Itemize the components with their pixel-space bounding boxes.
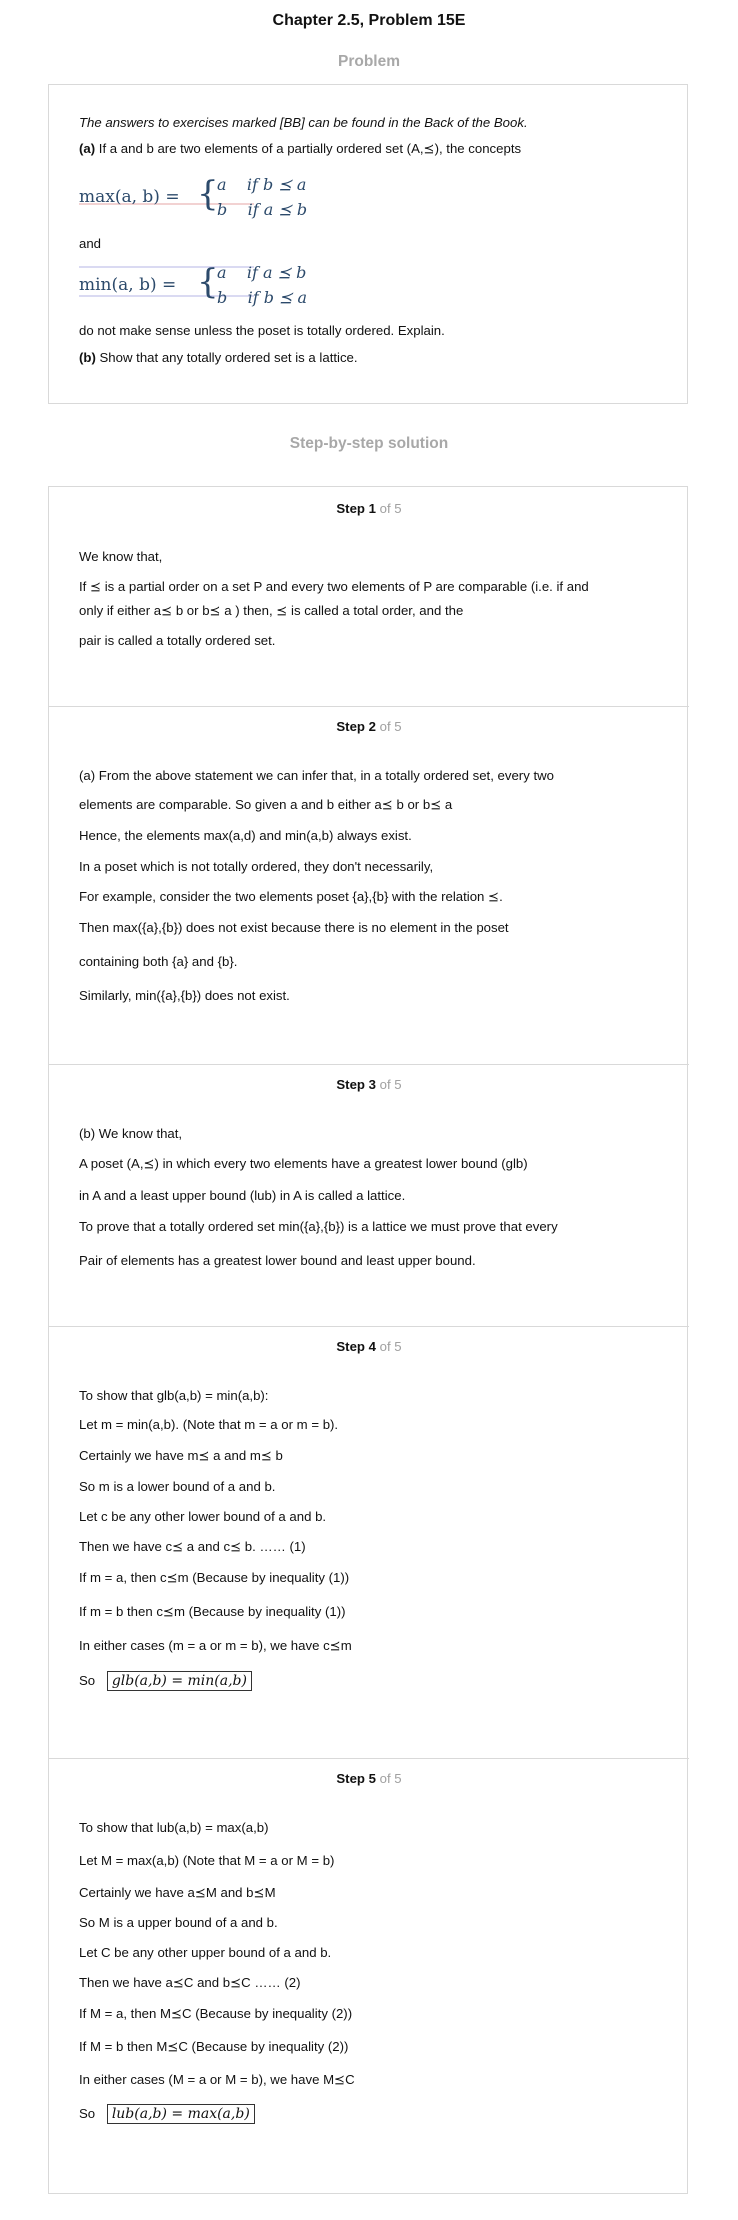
- step-4-line: Then we have c⪯ a and c⪯ b. …… (1): [79, 1539, 306, 1554]
- so-label: So: [79, 1673, 96, 1688]
- step-4-line: Let c be any other lower bound of a and …: [79, 1509, 327, 1524]
- step-4-line: Certainly we have m⪯ a and m⪯ b: [79, 1448, 283, 1463]
- so-label: So: [79, 2106, 96, 2121]
- step-4-line: If m = a, then c⪯m (Because by inequalit…: [79, 1570, 350, 1585]
- min-case-2: b if b ⪯ a: [217, 288, 307, 307]
- step-divider: [49, 1064, 689, 1065]
- step-2-line: For example, consider the two elements p…: [79, 889, 503, 904]
- step-5-count: of 5: [379, 1771, 402, 1786]
- step-4-count: of 5: [379, 1339, 402, 1354]
- brace-icon: {: [197, 174, 219, 214]
- step-2-heading: Step 2 of 5: [49, 719, 689, 734]
- page-title: Chapter 2.5, Problem 15E: [272, 12, 466, 29]
- max-case-2: b if a ⪯ b: [217, 200, 307, 219]
- step-2-line: containing both {a} and {b}.: [79, 954, 238, 969]
- solution-card: Step 1 of 5 We know that, If ⪯ is a part…: [48, 486, 689, 2194]
- step-3-line: A poset (A,⪯) in which every two element…: [79, 1156, 528, 1171]
- step-3-heading: Step 3 of 5: [49, 1077, 689, 1092]
- step-2-line: Similarly, min({a},{b}) does not exist.: [79, 988, 290, 1003]
- step-divider: [49, 706, 689, 707]
- step-3-count: of 5: [379, 1077, 402, 1092]
- lub-result-box: lub(a,b) = max(a,b): [106, 2104, 255, 2124]
- step-1-heading: Step 1 of 5: [49, 501, 689, 516]
- max-definition: max(a, b) = { a if b ⪯ a b if a ⪯ b: [79, 171, 339, 221]
- step-1-line: If ⪯ is a partial order on a set P and e…: [79, 579, 589, 594]
- and-text: and: [79, 236, 102, 251]
- max-lhs: max(a, b) =: [79, 187, 180, 207]
- solution-heading: Step-by-step solution: [289, 435, 449, 452]
- step-4-line: Let m = min(a,b). (Note that m = a or m …: [79, 1417, 339, 1432]
- step-5-line: Then we have a⪯C and b⪯C …… (2): [79, 1975, 301, 1990]
- step-1-line: pair is called a totally ordered set.: [79, 633, 276, 648]
- step-5-conclusion: So lub(a,b) = max(a,b): [79, 2104, 255, 2124]
- problem-heading: Problem: [337, 53, 400, 70]
- step-1-line: We know that,: [79, 549, 163, 564]
- step-5-line: Let M = max(a,b) (Note that M = a or M =…: [79, 1853, 335, 1868]
- max-case-1: a if b ⪯ a: [217, 175, 306, 194]
- problem-card: The answers to exercises marked [BB] can…: [48, 84, 688, 404]
- step-3-line: To prove that a totally ordered set min(…: [79, 1219, 558, 1234]
- part-a-label: (a): [79, 141, 96, 156]
- step-5-line: Let C be any other upper bound of a and …: [79, 1945, 332, 1960]
- min-case-1: a if a ⪯ b: [217, 263, 306, 282]
- min-equation-graphic: min(a, b) = { a if a ⪯ b b if b ⪯ a: [79, 262, 307, 307]
- step-divider: [49, 1758, 689, 1759]
- step-5-title: Step 5: [336, 1771, 376, 1786]
- problem-part-a: (a) If a and b are two elements of a par…: [79, 140, 521, 158]
- solution-page: Chapter 2.5, Problem 15E Problem The ans…: [0, 0, 738, 2220]
- problem-part-b: (b) Show that any totally ordered set is…: [79, 349, 358, 367]
- max-equation-graphic: max(a, b) = { a if b ⪯ a b if a ⪯ b: [79, 174, 307, 219]
- step-5-line: If M = a, then M⪯C (Because by inequalit…: [79, 2006, 353, 2021]
- step-3-line: Pair of elements has a greatest lower bo…: [79, 1253, 476, 1268]
- step-2-line: Hence, the elements max(a,d) and min(a,b…: [79, 828, 412, 843]
- step-3-line: in A and a least upper bound (lub) in A …: [79, 1188, 406, 1203]
- step-1-count: of 5: [379, 501, 402, 516]
- step-4-conclusion: So glb(a,b) = min(a,b): [79, 1671, 252, 1691]
- step-5-heading: Step 5 of 5: [49, 1771, 689, 1786]
- problem-explain: do not make sense unless the poset is to…: [79, 323, 445, 338]
- step-5-line: To show that lub(a,b) = max(a,b): [79, 1820, 269, 1835]
- part-b-text: Show that any totally ordered set is a l…: [99, 350, 358, 365]
- part-a-text: If a and b are two elements of a partial…: [98, 141, 522, 156]
- min-lhs: min(a, b) =: [79, 275, 176, 295]
- step-divider: [49, 1326, 689, 1327]
- step-4-title: Step 4: [336, 1339, 376, 1354]
- step-2-line: Then max({a},{b}) does not exist because…: [79, 920, 509, 935]
- step-4-heading: Step 4 of 5: [49, 1339, 689, 1354]
- step-2-title: Step 2: [336, 719, 376, 734]
- step-1-title: Step 1: [336, 501, 376, 516]
- step-2-line: (a) From the above statement we can infe…: [79, 768, 554, 783]
- step-3-line: (b) We know that,: [79, 1126, 183, 1141]
- step-1-line: only if either a⪯ b or b⪯ a ) then, ⪯ is…: [79, 603, 464, 618]
- part-b-label: (b): [79, 350, 96, 365]
- step-5-line: In either cases (M = a or M = b), we hav…: [79, 2072, 355, 2087]
- step-5-line: If M = b then M⪯C (Because by inequality…: [79, 2039, 349, 2054]
- step-4-line: If m = b then c⪯m (Because by inequality…: [79, 1604, 346, 1619]
- step-5-line: So M is a upper bound of a and b.: [79, 1915, 278, 1930]
- step-4-line: In either cases (m = a or m = b), we hav…: [79, 1638, 352, 1653]
- step-2-count: of 5: [379, 719, 402, 734]
- step-2-line: In a poset which is not totally ordered,…: [79, 859, 434, 874]
- step-2-line: elements are comparable. So given a and …: [79, 797, 453, 812]
- min-definition: min(a, b) = { a if a ⪯ b b if b ⪯ a: [79, 259, 339, 309]
- glb-result-box: glb(a,b) = min(a,b): [106, 1671, 252, 1691]
- step-4-line: So m is a lower bound of a and b.: [79, 1479, 276, 1494]
- step-4-line: To show that glb(a,b) = min(a,b):: [79, 1388, 269, 1403]
- problem-intro: The answers to exercises marked [BB] can…: [79, 115, 528, 130]
- brace-icon: {: [197, 262, 219, 302]
- step-3-title: Step 3: [336, 1077, 376, 1092]
- step-5-line: Certainly we have a⪯M and b⪯M: [79, 1885, 276, 1900]
